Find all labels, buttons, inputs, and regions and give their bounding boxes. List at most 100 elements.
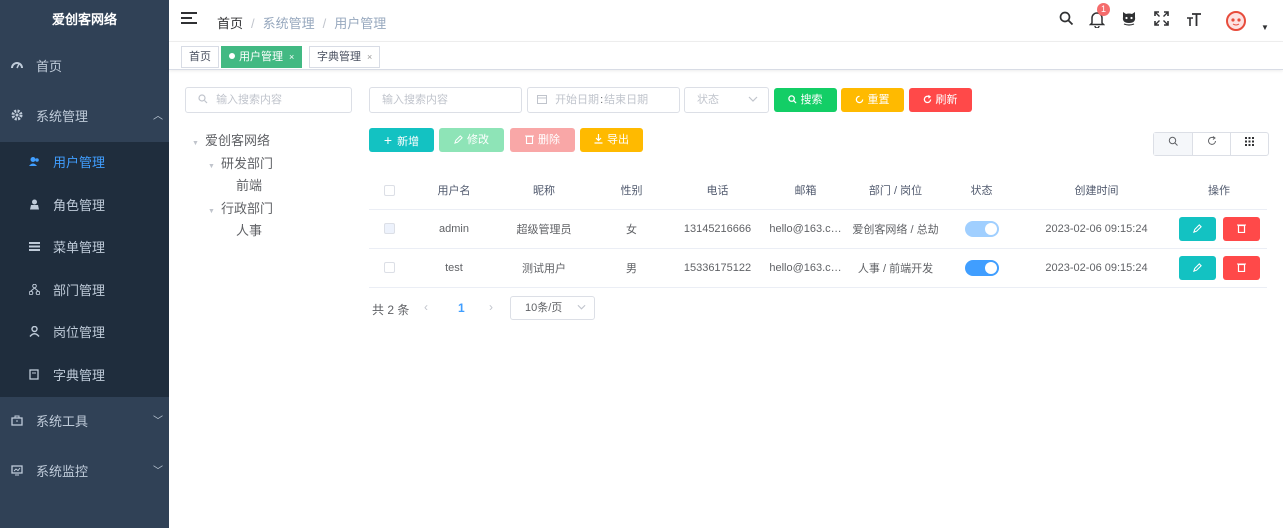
status-select[interactable]: 状态 bbox=[684, 87, 769, 113]
row-checkbox[interactable] bbox=[383, 262, 395, 274]
tags-view: 首页 用户管理 × 字典管理 × bbox=[169, 42, 1283, 70]
table-header-row: 用户名 昵称 性别 电话 邮箱 部门 / 岗位 状态 创建时间 操作 bbox=[369, 172, 1267, 210]
tree-node-label: 研发部门 bbox=[220, 155, 273, 171]
columns-button[interactable] bbox=[1230, 133, 1268, 155]
tree-node[interactable]: ▼ 行政部门 bbox=[192, 198, 273, 221]
sidebar-item-monitor[interactable]: 系统监控 ﹀ bbox=[0, 447, 169, 497]
chevron-left-icon[interactable]: ‹ bbox=[424, 300, 428, 314]
sidebar-item-system[interactable]: 系统管理 ︿ bbox=[0, 92, 169, 142]
end-date-placeholder: 结束日期 bbox=[604, 94, 649, 106]
tree-node[interactable]: ▼ 爱创客网络 bbox=[192, 130, 273, 153]
sidebar-item-tools[interactable]: 系统工具 ﹀ bbox=[0, 397, 169, 447]
sidebar-item-menus[interactable]: 菜单管理 bbox=[0, 227, 169, 270]
tree-node[interactable]: 人事 bbox=[192, 220, 273, 243]
avatar-icon[interactable] bbox=[1226, 11, 1246, 31]
chevron-down-icon: ﹀ bbox=[153, 466, 163, 477]
reset-button[interactable]: 重置 bbox=[841, 88, 904, 112]
breadcrumb: 首页 / 系统管理 / 用户管理 bbox=[217, 16, 387, 31]
reset-button-label: 重置 bbox=[867, 94, 890, 106]
cell-gender: 男 bbox=[589, 248, 674, 288]
delete-button-label: 删除 bbox=[538, 134, 560, 146]
table-row: admin 超级管理员 女 13145216666 hello@163.c… 爱… bbox=[369, 209, 1267, 249]
row-edit-button[interactable] bbox=[1178, 255, 1216, 280]
keyword-search-input[interactable]: 输入搜索内容 bbox=[369, 87, 522, 113]
sidebar-item-roles[interactable]: 角色管理 bbox=[0, 185, 169, 228]
user-icon bbox=[28, 142, 40, 185]
breadcrumb-home[interactable]: 首页 bbox=[217, 16, 243, 31]
sidebar-item-label: 角色管理 bbox=[53, 197, 106, 213]
refresh-button[interactable]: 刷新 bbox=[909, 88, 972, 112]
chevron-down-icon: ﹀ bbox=[153, 416, 163, 427]
refresh-table-button[interactable] bbox=[1192, 133, 1230, 155]
sidebar-item-home[interactable]: 首页 bbox=[0, 42, 169, 92]
sidebar-item-label: 系统管理 bbox=[36, 109, 89, 124]
select-all-checkbox[interactable] bbox=[383, 184, 395, 196]
post-icon bbox=[28, 312, 40, 355]
sidebar-item-label: 首页 bbox=[36, 59, 63, 74]
caret-down-icon[interactable]: ▼ bbox=[208, 163, 215, 170]
search-icon bbox=[788, 94, 798, 106]
tree-node-label: 人事 bbox=[236, 223, 263, 238]
user-table: 用户名 昵称 性别 电话 邮箱 部门 / 岗位 状态 创建时间 操作 admin… bbox=[369, 172, 1267, 288]
export-button[interactable]: 导出 bbox=[580, 128, 643, 152]
sidebar-item-dictionary[interactable]: 字典管理 bbox=[0, 355, 169, 398]
column-header: 性别 bbox=[589, 172, 674, 210]
search-button[interactable]: 搜索 bbox=[774, 88, 837, 112]
edit-button[interactable]: 修改 bbox=[439, 128, 504, 152]
chevron-right-icon[interactable]: › bbox=[489, 300, 493, 314]
pencil-icon bbox=[454, 134, 467, 146]
sidebar-item-users[interactable]: 用户管理 bbox=[0, 142, 169, 185]
cell-username: test bbox=[409, 248, 499, 288]
caret-down-icon[interactable]: ▼ bbox=[192, 140, 199, 147]
tree-node-label: 爱创客网络 bbox=[204, 133, 270, 148]
tree-node[interactable]: 前端 bbox=[192, 175, 273, 198]
hamburger-icon[interactable] bbox=[181, 12, 197, 28]
dashboard-icon bbox=[10, 42, 24, 92]
date-range-picker[interactable]: 开始日期:结束日期 bbox=[527, 87, 680, 113]
status-switch[interactable] bbox=[964, 220, 999, 237]
dept-search-input[interactable]: 输入搜索内容 bbox=[185, 87, 352, 113]
search-icon bbox=[198, 94, 211, 106]
chevron-up-icon: ︿ bbox=[153, 111, 163, 122]
column-header: 电话 bbox=[674, 172, 761, 210]
sidebar-item-posts[interactable]: 岗位管理 bbox=[0, 312, 169, 355]
tree-node[interactable]: ▼ 研发部门 bbox=[192, 153, 273, 176]
cell-username: admin bbox=[409, 209, 499, 249]
status-switch[interactable] bbox=[964, 259, 999, 276]
toggle-search-button[interactable] bbox=[1154, 133, 1192, 155]
delete-button[interactable]: 删除 bbox=[510, 128, 575, 152]
row-delete-button[interactable] bbox=[1222, 255, 1260, 280]
refresh-button-label: 刷新 bbox=[935, 94, 958, 106]
cell-dept: 爱创客网络 / 总劫 bbox=[850, 209, 941, 249]
breadcrumb-current: 用户管理 bbox=[334, 16, 387, 31]
fullscreen-icon[interactable] bbox=[1151, 11, 1171, 31]
tab-home[interactable]: 首页 bbox=[181, 46, 219, 68]
caret-down-icon[interactable]: ▼ bbox=[1261, 23, 1269, 32]
tab-user-management[interactable]: 用户管理 × bbox=[221, 46, 303, 68]
cell-phone: 13145216666 bbox=[674, 209, 761, 249]
page-size-select[interactable]: 10条/页 bbox=[510, 296, 595, 320]
search-button-label: 搜索 bbox=[800, 94, 823, 106]
page-number[interactable]: 1 bbox=[458, 301, 465, 315]
font-size-icon[interactable] bbox=[1184, 11, 1204, 32]
table-tools bbox=[1153, 132, 1269, 156]
tab-dictionary[interactable]: 字典管理 × bbox=[309, 46, 381, 68]
row-edit-button[interactable] bbox=[1178, 216, 1216, 241]
row-checkbox[interactable] bbox=[383, 223, 395, 235]
search-icon[interactable] bbox=[1056, 11, 1076, 31]
sidebar-item-label: 部门管理 bbox=[53, 282, 106, 298]
close-icon[interactable]: × bbox=[289, 52, 294, 62]
close-icon[interactable]: × bbox=[367, 52, 372, 62]
total-count: 共 2 条 bbox=[372, 303, 410, 317]
app-logo-title[interactable]: 爱创客网络 bbox=[0, 0, 169, 42]
add-button[interactable]: + 新增 bbox=[369, 128, 434, 152]
sidebar-item-label: 字典管理 bbox=[53, 367, 106, 383]
top-navbar: 首页 / 系统管理 / 用户管理 bbox=[169, 0, 1283, 42]
github-icon[interactable] bbox=[1119, 11, 1139, 31]
column-header: 用户名 bbox=[409, 172, 499, 210]
sidebar-item-departments[interactable]: 部门管理 bbox=[0, 270, 169, 313]
tab-label: 首页 bbox=[189, 51, 211, 63]
download-icon bbox=[594, 134, 607, 146]
caret-down-icon[interactable]: ▼ bbox=[208, 208, 215, 215]
row-delete-button[interactable] bbox=[1222, 216, 1260, 241]
